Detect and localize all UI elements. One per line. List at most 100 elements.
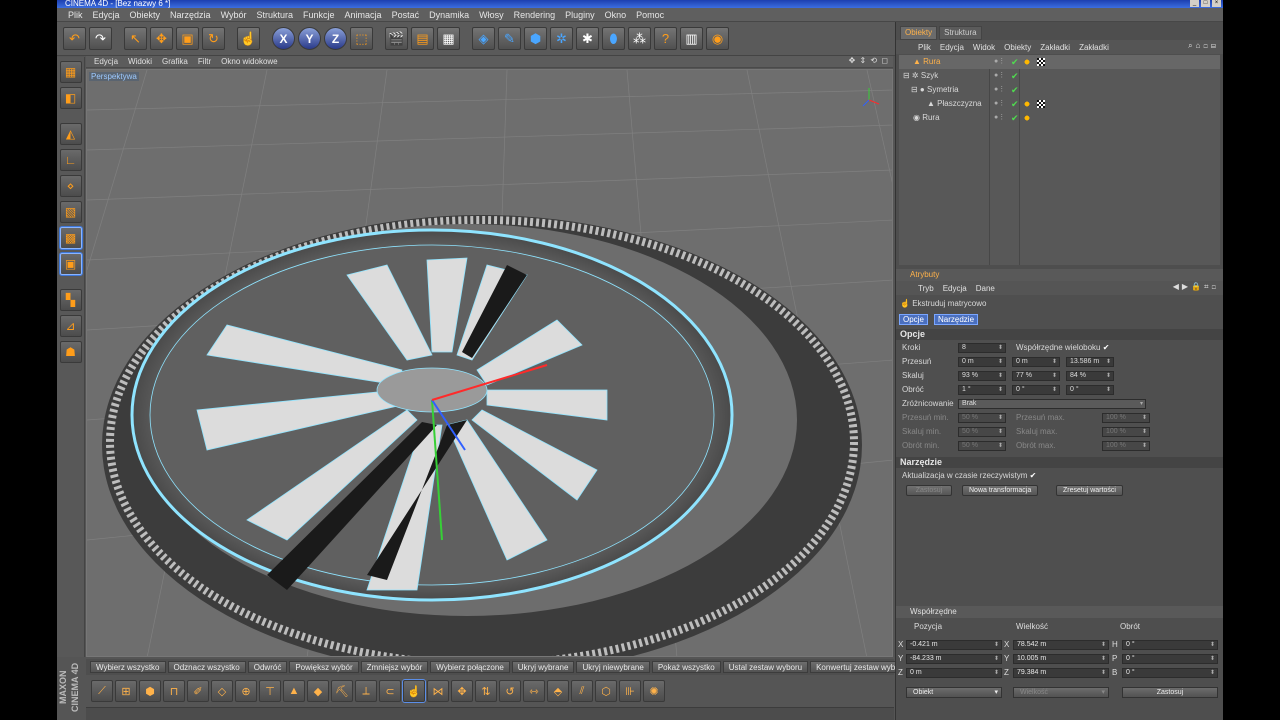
- om-menu-zakladki-2[interactable]: Zakładki: [1079, 43, 1109, 52]
- vp-menu-filtr[interactable]: Filtr: [198, 57, 211, 66]
- menu-pomoc[interactable]: Pomoc: [631, 10, 669, 20]
- weld-icon[interactable]: ⬡: [595, 680, 617, 702]
- cmd-hide-unselected[interactable]: Ukryj niewybrane: [576, 661, 650, 673]
- smooth-shift-icon[interactable]: ⬘: [547, 680, 569, 702]
- undo-icon[interactable]: ↶: [63, 27, 86, 50]
- om-menu-plik[interactable]: Plik: [918, 43, 931, 52]
- menu-postac[interactable]: Postać: [387, 10, 425, 20]
- menu-animacja[interactable]: Animacja: [340, 10, 387, 20]
- bevel-icon[interactable]: ⬢: [139, 680, 161, 702]
- add-points-icon[interactable]: ⊞: [115, 680, 137, 702]
- use-model-mode-icon[interactable]: ▦: [59, 61, 82, 83]
- enabled-check-icon[interactable]: ✔: [1011, 111, 1019, 125]
- size-x-field[interactable]: 78.542 m ⬍: [1013, 640, 1109, 650]
- coords-apply-button[interactable]: Zastosuj: [1122, 687, 1218, 698]
- vp-menu-okno-widokowe[interactable]: Okno widokowe: [221, 57, 277, 66]
- render-view-icon[interactable]: 🎬: [385, 27, 408, 50]
- cmd-select-all[interactable]: Wybierz wszystko: [90, 661, 166, 673]
- skaluj-z-field[interactable]: 84 % ⬍: [1066, 371, 1114, 381]
- spline-pen-icon[interactable]: ✎: [498, 27, 521, 50]
- live-selection-icon[interactable]: ↖: [124, 27, 147, 50]
- vp-menu-widoki[interactable]: Widoki: [128, 57, 152, 66]
- object-row-szyk[interactable]: ⊟ ✲ Szyk ●⋮ ✔: [899, 69, 1220, 83]
- normal-rotate-icon[interactable]: ↺: [499, 680, 521, 702]
- new-transform-button[interactable]: Nowa transformacja: [962, 485, 1039, 496]
- menu-edycja[interactable]: Edycja: [88, 10, 125, 20]
- obroc-b-field[interactable]: 0 ° ⬍: [1066, 385, 1114, 395]
- om-search-icon[interactable]: ⌕⌂◻⊟: [1188, 41, 1219, 51]
- menu-obiekty[interactable]: Obiekty: [125, 10, 166, 20]
- attr-menu-edycja[interactable]: Edycja: [943, 284, 967, 293]
- camera-icon[interactable]: ⁂: [628, 27, 651, 50]
- obrot-max-field[interactable]: 100 % ⬍: [1102, 441, 1150, 451]
- attr-nav-icons[interactable]: ◀▶🔒⌗◻: [1173, 282, 1219, 292]
- solo-mode-icon[interactable]: ▚: [59, 289, 82, 311]
- size-mode-select[interactable]: Wielkość ▾: [1013, 687, 1109, 698]
- menu-okno[interactable]: Okno: [600, 10, 632, 20]
- reset-values-button[interactable]: Zresetuj wartości: [1056, 485, 1123, 496]
- size-y-field[interactable]: 10.005 m ⬍: [1013, 654, 1109, 664]
- menu-rendering[interactable]: Rendering: [509, 10, 561, 20]
- enabled-check-icon[interactable]: ✔: [1011, 83, 1019, 97]
- scale-icon[interactable]: ▣: [176, 27, 199, 50]
- enabled-check-icon[interactable]: ✔: [1011, 55, 1019, 69]
- magnet-icon[interactable]: ⊂: [379, 680, 401, 702]
- workplane-icon[interactable]: ⊿: [59, 315, 82, 337]
- kroki-field[interactable]: 8 ⬍: [958, 343, 1006, 353]
- scene-environment-icon[interactable]: ⬮: [602, 27, 625, 50]
- tab-objects[interactable]: Obiekty: [900, 26, 938, 40]
- menu-funkcje[interactable]: Funkcje: [298, 10, 340, 20]
- y-axis-lock-icon[interactable]: Y: [298, 27, 321, 50]
- normal-move-icon[interactable]: ⇅: [475, 680, 497, 702]
- przesun-min-field[interactable]: 50 % ⬍: [958, 413, 1006, 423]
- skaluj-max-field[interactable]: 100 % ⬍: [1102, 427, 1150, 437]
- obrot-min-field[interactable]: 50 % ⬍: [958, 441, 1006, 451]
- brush-icon[interactable]: ✐: [187, 680, 209, 702]
- nurbs-icon[interactable]: ⬢: [524, 27, 547, 50]
- vp-menu-edycja[interactable]: Edycja: [94, 57, 118, 66]
- cmd-select-connected[interactable]: Wybierz połączone: [430, 661, 510, 673]
- pos-x-field[interactable]: -0.421 m ⬍: [906, 640, 1002, 650]
- przesun-z-field[interactable]: 13.586 m ⬍: [1066, 357, 1114, 367]
- array-icon[interactable]: ✲: [550, 27, 573, 50]
- set-value-icon[interactable]: ⊪: [619, 680, 641, 702]
- om-menu-obiekty[interactable]: Obiekty: [1004, 43, 1031, 52]
- cmd-shrink-selection[interactable]: Zmniejsz wybór: [360, 661, 429, 673]
- object-row-plaszczyzna[interactable]: ▲ Płaszczyzna ●⋮ ✔: [899, 97, 1220, 111]
- menu-wybor[interactable]: Wybór: [216, 10, 252, 20]
- help-icon[interactable]: ?: [654, 27, 677, 50]
- obroc-h-field[interactable]: 1 ° ⬍: [958, 385, 1006, 395]
- cmd-show-all[interactable]: Pokaż wszystko: [651, 661, 721, 673]
- rot-b-field[interactable]: 0 ° ⬍: [1122, 668, 1218, 678]
- mirror-icon[interactable]: ⋈: [427, 680, 449, 702]
- apply-button[interactable]: Zastosuj: [906, 485, 952, 496]
- rotate-icon[interactable]: ↻: [202, 27, 225, 50]
- cmd-grow-selection[interactable]: Powiększ wybór: [289, 661, 359, 673]
- menu-pluginy[interactable]: Pluginy: [560, 10, 600, 20]
- extrude-inner-icon[interactable]: ◆: [307, 680, 329, 702]
- slide-icon[interactable]: ⇿: [523, 680, 545, 702]
- menu-dynamika[interactable]: Dynamika: [424, 10, 474, 20]
- skaluj-y-field[interactable]: 77 % ⬍: [1012, 371, 1060, 381]
- enabled-check-icon[interactable]: ✔: [1011, 69, 1019, 83]
- om-menu-edycja[interactable]: Edycja: [940, 43, 964, 52]
- move-icon[interactable]: ✥: [150, 27, 173, 50]
- close-hole-icon[interactable]: ◇: [211, 680, 233, 702]
- content-browser-icon[interactable]: ◉: [706, 27, 729, 50]
- pos-z-field[interactable]: 0 m ⬍: [906, 668, 1002, 678]
- texture-mode-icon[interactable]: ◭: [59, 123, 82, 145]
- obroc-p-field[interactable]: 0 ° ⬍: [1012, 385, 1060, 395]
- extrude-icon[interactable]: ▲: [283, 680, 305, 702]
- bridge-icon[interactable]: ⊓: [163, 680, 185, 702]
- sculpt-icon[interactable]: ☗: [59, 341, 82, 363]
- stitch-icon[interactable]: ⫽: [571, 680, 593, 702]
- object-row-rura[interactable]: ▲ Rura ●⋮ ✔: [899, 55, 1220, 69]
- vp-menu-grafika[interactable]: Grafika: [162, 57, 188, 66]
- axis-mode-icon[interactable]: ∟: [59, 149, 82, 171]
- zroznicowanie-select[interactable]: Brak ▾: [958, 399, 1146, 409]
- redo-icon[interactable]: ↷: [89, 27, 112, 50]
- move-snap-icon[interactable]: ✥: [451, 680, 473, 702]
- om-menu-widok[interactable]: Widok: [973, 43, 995, 52]
- menu-wlosy[interactable]: Włosy: [474, 10, 509, 20]
- cmd-hide-selected[interactable]: Ukryj wybrane: [511, 661, 575, 673]
